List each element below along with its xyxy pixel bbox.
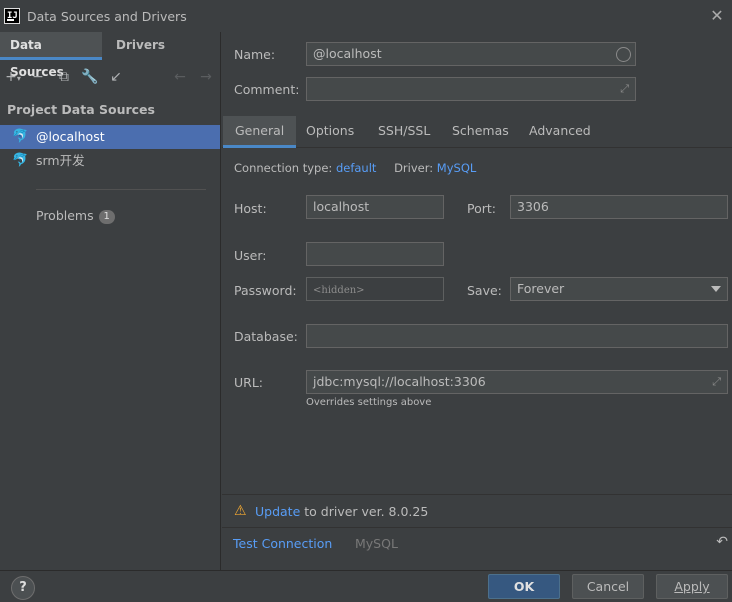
window-title: Data Sources and Drivers xyxy=(27,9,187,24)
problems-item[interactable]: Problems 1 xyxy=(36,208,115,224)
cancel-button[interactable]: Cancel xyxy=(572,574,644,599)
mysql-link[interactable]: MySQL xyxy=(355,536,398,551)
driver-link[interactable]: MySQL xyxy=(437,161,477,175)
name-label: Name: xyxy=(234,47,276,62)
left-panel: Data Sources Drivers +▾ − ⧉ 🔧 ↙ ← → Proj… xyxy=(0,32,221,570)
password-label: Password: xyxy=(234,283,297,298)
connection-type-label: Connection type: xyxy=(234,161,333,175)
user-label: User: xyxy=(234,248,267,263)
connection-type-row: Connection type: default Driver: MySQL xyxy=(234,161,476,175)
warning-icon: ⚠ xyxy=(234,503,247,519)
ok-button[interactable]: OK xyxy=(488,574,560,599)
tab-general[interactable]: General xyxy=(223,116,297,148)
settings-tabs: General Options SSH/SSL Schemas Advanced xyxy=(222,116,732,148)
connection-type-link[interactable]: default xyxy=(336,161,376,175)
sidebar-item-srm[interactable]: 🐬 srm开发 xyxy=(0,149,220,173)
tab-data-sources[interactable]: Data Sources xyxy=(0,32,102,79)
expand-icon[interactable]: ⤢ xyxy=(620,78,629,100)
sidebar-toolbar: +▾ − ⧉ 🔧 ↙ ← → xyxy=(0,66,221,90)
minus-icon[interactable]: − xyxy=(28,66,48,88)
url-value: jdbc:mysql://localhost:3306 xyxy=(313,374,486,389)
host-label: Host: xyxy=(234,201,267,216)
port-label: Port: xyxy=(467,201,496,216)
apply-label: Apply xyxy=(674,579,710,594)
warning-text: to driver ver. 8.0.25 xyxy=(300,504,429,519)
save-label: Save: xyxy=(467,283,502,298)
undo-icon[interactable]: ↶ xyxy=(716,534,728,550)
name-input[interactable]: @localhost xyxy=(306,42,636,66)
password-placeholder: <hidden> xyxy=(313,285,365,296)
url-label: URL: xyxy=(234,375,264,390)
color-circle-icon[interactable] xyxy=(616,47,631,62)
tab-advanced[interactable]: Advanced xyxy=(517,116,603,148)
forward-arrow-icon[interactable]: → xyxy=(196,66,216,88)
right-panel: Name: @localhost Comment: ⤢ General Opti… xyxy=(222,32,732,570)
tab-options[interactable]: Options xyxy=(294,116,366,148)
problems-label: Problems xyxy=(36,208,94,223)
driver-update-banner: ⚠ Update to driver ver. 8.0.25 xyxy=(222,494,732,528)
divider xyxy=(36,189,206,190)
database-input[interactable] xyxy=(306,324,728,348)
save-select[interactable]: Forever xyxy=(510,277,728,301)
comment-input[interactable]: ⤢ xyxy=(306,77,636,101)
save-select-value: Forever xyxy=(517,281,565,296)
url-hint: Overrides settings above xyxy=(306,397,432,408)
back-arrow-icon[interactable]: ← xyxy=(170,66,190,88)
project-data-sources-title: Project Data Sources xyxy=(7,102,155,117)
bottom-links: Test Connection MySQL ↶ xyxy=(222,528,732,560)
close-icon[interactable]: ✕ xyxy=(710,8,724,24)
help-button[interactable]: ? xyxy=(11,576,35,600)
problems-count-badge: 1 xyxy=(98,210,115,224)
driver-label: Driver: xyxy=(394,161,434,175)
sidebar-item-label: @localhost xyxy=(36,129,105,144)
title-bar: IJ Data Sources and Drivers ✕ xyxy=(0,0,732,32)
apply-button[interactable]: Apply xyxy=(656,574,728,599)
port-input[interactable]: 3306 xyxy=(510,195,728,219)
name-value: @localhost xyxy=(313,46,382,61)
dialog-footer: ? OK Cancel Apply xyxy=(0,570,732,602)
comment-label: Comment: xyxy=(234,82,300,97)
user-input[interactable] xyxy=(306,242,444,266)
chevron-down-icon xyxy=(711,286,721,292)
import-icon[interactable]: ↙ xyxy=(106,66,126,88)
intellij-logo-icon: IJ xyxy=(4,8,20,24)
tab-schemas[interactable]: Schemas xyxy=(440,116,521,148)
url-input[interactable]: jdbc:mysql://localhost:3306 ⤢ xyxy=(306,370,728,394)
tab-ssh-ssl[interactable]: SSH/SSL xyxy=(366,116,442,148)
tab-drivers[interactable]: Drivers xyxy=(106,32,175,60)
mysql-dolphin-icon: 🐬 xyxy=(12,153,29,168)
host-input[interactable]: localhost xyxy=(306,195,444,219)
wrench-icon[interactable]: 🔧 xyxy=(80,66,100,88)
warning-message: Update to driver ver. 8.0.25 xyxy=(255,504,428,519)
sidebar-item-localhost[interactable]: 🐬 @localhost xyxy=(0,125,220,149)
test-connection-link[interactable]: Test Connection xyxy=(233,536,332,551)
duplicate-icon[interactable]: ⧉ xyxy=(54,66,74,88)
password-input[interactable]: <hidden> xyxy=(306,277,444,301)
plus-icon[interactable]: +▾ xyxy=(3,66,23,88)
expand-icon[interactable]: ⤢ xyxy=(712,371,721,393)
update-link[interactable]: Update xyxy=(255,504,300,519)
left-tabs: Data Sources Drivers xyxy=(0,32,221,79)
database-label: Database: xyxy=(234,329,298,344)
mysql-dolphin-icon: 🐬 xyxy=(12,129,29,144)
sidebar-item-label: srm开发 xyxy=(36,153,85,168)
